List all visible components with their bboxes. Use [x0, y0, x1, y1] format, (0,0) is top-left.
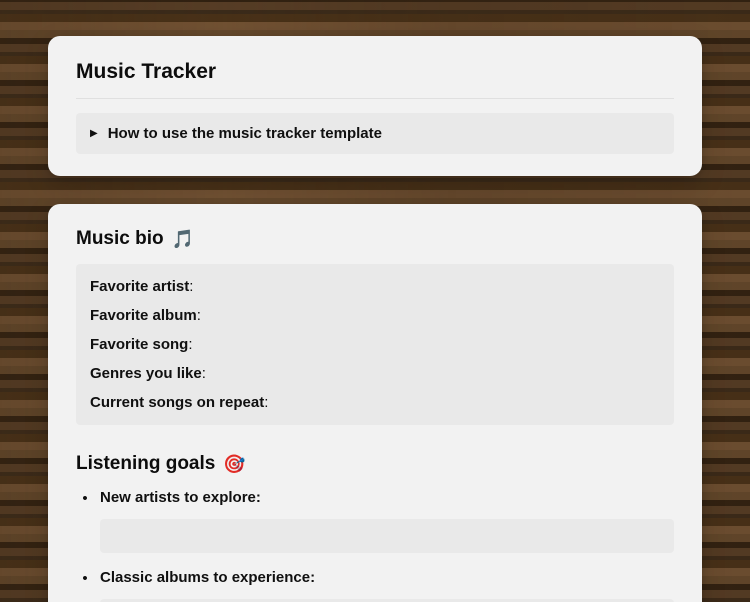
bio-field-label: Genres you like [90, 365, 202, 382]
colon: : [188, 336, 192, 353]
bullet-icon: • [80, 569, 90, 589]
listening-goals-heading: Listening goals 🎯 [76, 453, 674, 475]
bullet-icon: • [80, 489, 90, 509]
goal-label: Classic albums to experience: [100, 569, 315, 586]
goal-heading-row: • New artists to explore: [80, 489, 674, 509]
bio-field-label: Favorite album [90, 307, 197, 324]
music-bio-heading: Music bio 🎵 [76, 228, 674, 250]
howto-toggle[interactable]: ▶ How to use the music tracker template [76, 113, 674, 154]
goal-label: New artists to explore: [100, 489, 261, 506]
music-bio-heading-text: Music bio [76, 228, 164, 250]
bio-field[interactable]: Favorite album: [90, 307, 660, 324]
tracker-header-card: Music Tracker ▶ How to use the music tra… [48, 36, 702, 176]
goal-input[interactable] [100, 519, 674, 553]
colon: : [256, 489, 261, 506]
colon: : [264, 394, 268, 411]
goal-heading-row: • Classic albums to experience: [80, 569, 674, 589]
bio-field[interactable]: Current songs on repeat: [90, 394, 660, 411]
bio-field[interactable]: Genres you like: [90, 365, 660, 382]
bio-field-label: Favorite artist [90, 278, 189, 295]
colon: : [197, 307, 201, 324]
bio-field[interactable]: Favorite artist: [90, 278, 660, 295]
bio-field-label: Current songs on repeat [90, 394, 264, 411]
list-item: • Classic albums to experience: [80, 569, 674, 602]
chevron-right-icon: ▶ [90, 129, 98, 139]
colon: : [310, 569, 315, 586]
bio-field[interactable]: Favorite song: [90, 336, 660, 353]
colon: : [189, 278, 193, 295]
target-icon: 🎯 [223, 454, 245, 475]
goals-list: • New artists to explore: • Classic albu… [76, 489, 674, 602]
list-item: • New artists to explore: [80, 489, 674, 553]
goal-label-text: New artists to explore [100, 489, 256, 506]
page-title: Music Tracker [76, 60, 674, 84]
music-bio-box: Favorite artist: Favorite album: Favorit… [76, 264, 674, 425]
music-note-icon: 🎵 [172, 229, 194, 250]
bio-field-label: Favorite song [90, 336, 188, 353]
divider [76, 98, 674, 99]
listening-goals-heading-text: Listening goals [76, 453, 215, 475]
goal-label-text: Classic albums to experience [100, 569, 310, 586]
howto-toggle-label: How to use the music tracker template [108, 125, 382, 142]
content-card: Music bio 🎵 Favorite artist: Favorite al… [48, 204, 702, 602]
colon: : [202, 365, 206, 382]
